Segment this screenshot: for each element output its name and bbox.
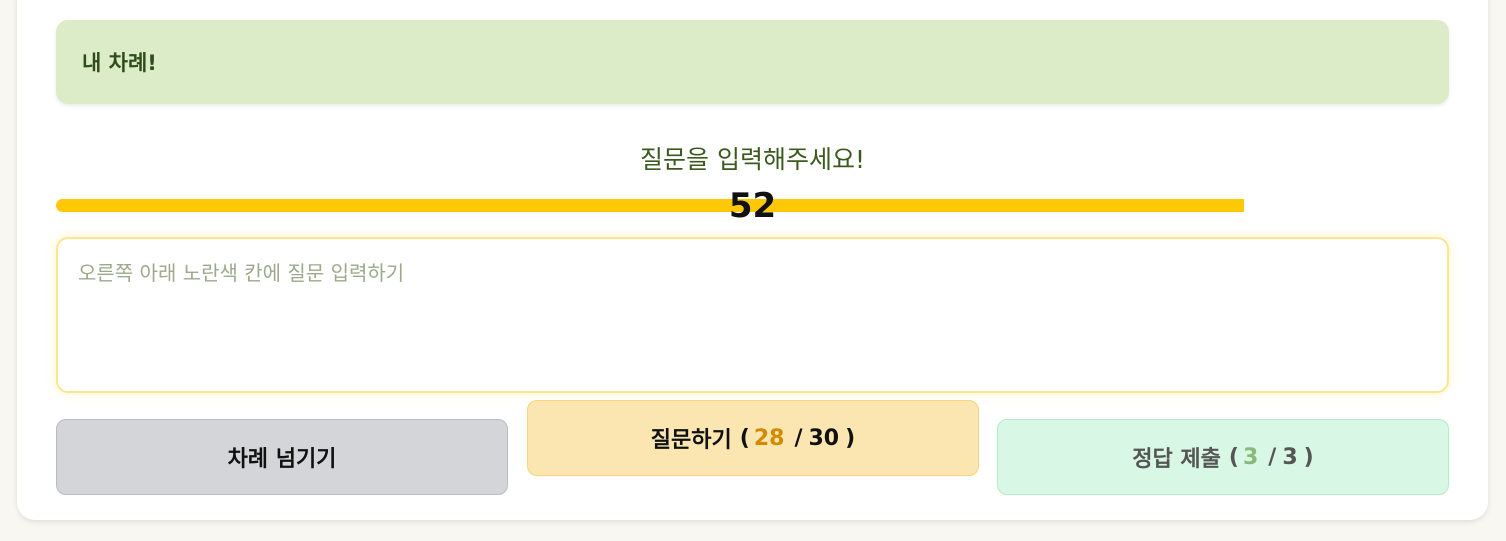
- answer-total-count: 3: [1282, 444, 1298, 470]
- prompt-title: 질문을 입력해주세요!: [640, 145, 865, 174]
- ask-used-count: 28: [753, 425, 785, 451]
- submit-answer-button[interactable]: 정답 제출 ( 3 / 3 ): [997, 419, 1449, 495]
- skip-turn-button[interactable]: 차례 넘기기: [56, 419, 508, 495]
- question-input[interactable]: [56, 237, 1449, 393]
- ask-question-button[interactable]: 질문하기 ( 28 / 30 ): [527, 400, 979, 476]
- skip-turn-label: 차례 넘기기: [227, 447, 337, 472]
- ask-question-label: 질문하기: [650, 428, 732, 453]
- ask-open-paren: (: [739, 425, 750, 451]
- turn-banner: 내 차례!: [56, 20, 1449, 104]
- answer-used-count: 3: [1242, 444, 1259, 470]
- turn-banner-text: 내 차례!: [82, 51, 157, 75]
- answer-slash: /: [1268, 444, 1277, 470]
- submit-answer-label: 정답 제출: [1132, 447, 1221, 472]
- ask-total-count: 30: [808, 425, 840, 451]
- answer-open-paren: (: [1228, 444, 1239, 470]
- ask-close-paren: ): [845, 425, 856, 451]
- ask-slash: /: [794, 425, 803, 451]
- answer-close-paren: ): [1303, 444, 1314, 470]
- timer-value: 52: [728, 186, 777, 226]
